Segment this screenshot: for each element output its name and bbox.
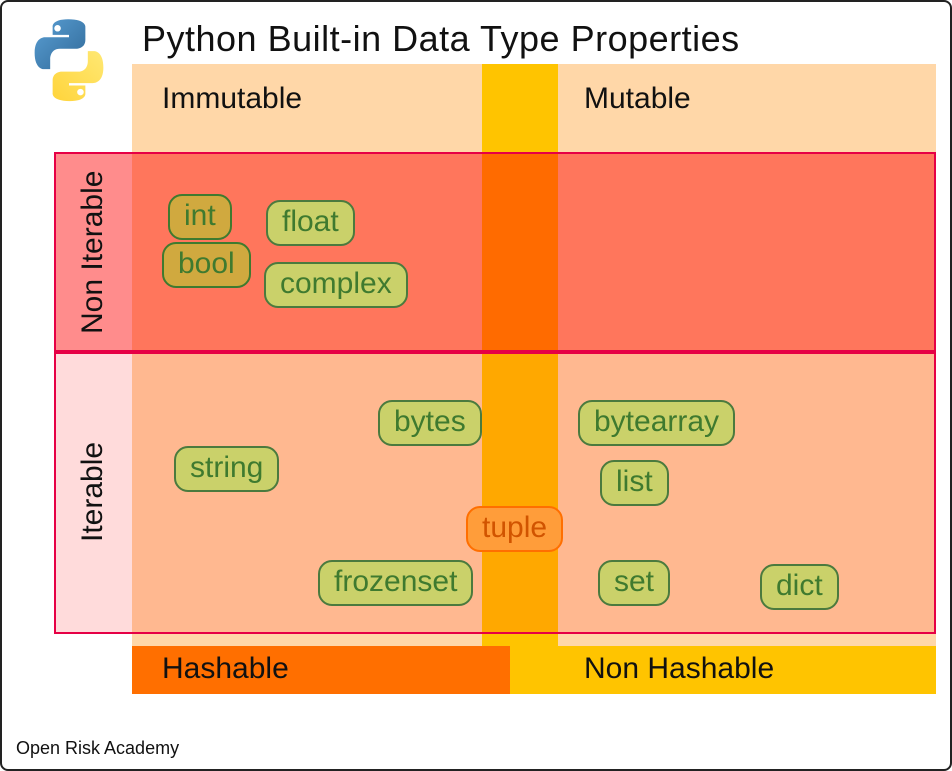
chip-bytearray: bytearray — [578, 400, 735, 446]
chip-float: float — [266, 200, 355, 246]
diagram-title: Python Built-in Data Type Properties — [142, 18, 740, 60]
chip-string: string — [174, 446, 279, 492]
label-non-hashable: Non Hashable — [584, 652, 774, 686]
label-non-iterable: Non Iterable — [76, 166, 110, 338]
label-immutable: Immutable — [162, 82, 302, 116]
chip-frozenset: frozenset — [318, 560, 473, 606]
label-mutable: Mutable — [584, 82, 691, 116]
chip-tuple: tuple — [466, 506, 563, 552]
chip-bool: bool — [162, 242, 251, 288]
chip-dict: dict — [760, 564, 839, 610]
footer-credit: Open Risk Academy — [16, 738, 179, 759]
chip-list: list — [600, 460, 669, 506]
label-iterable: Iterable — [76, 422, 110, 562]
chip-complex: complex — [264, 262, 408, 308]
python-logo-icon — [24, 16, 114, 106]
chip-bytes: bytes — [378, 400, 482, 446]
chip-int: int — [168, 194, 232, 240]
chip-set: set — [598, 560, 670, 606]
label-hashable: Hashable — [162, 652, 289, 686]
